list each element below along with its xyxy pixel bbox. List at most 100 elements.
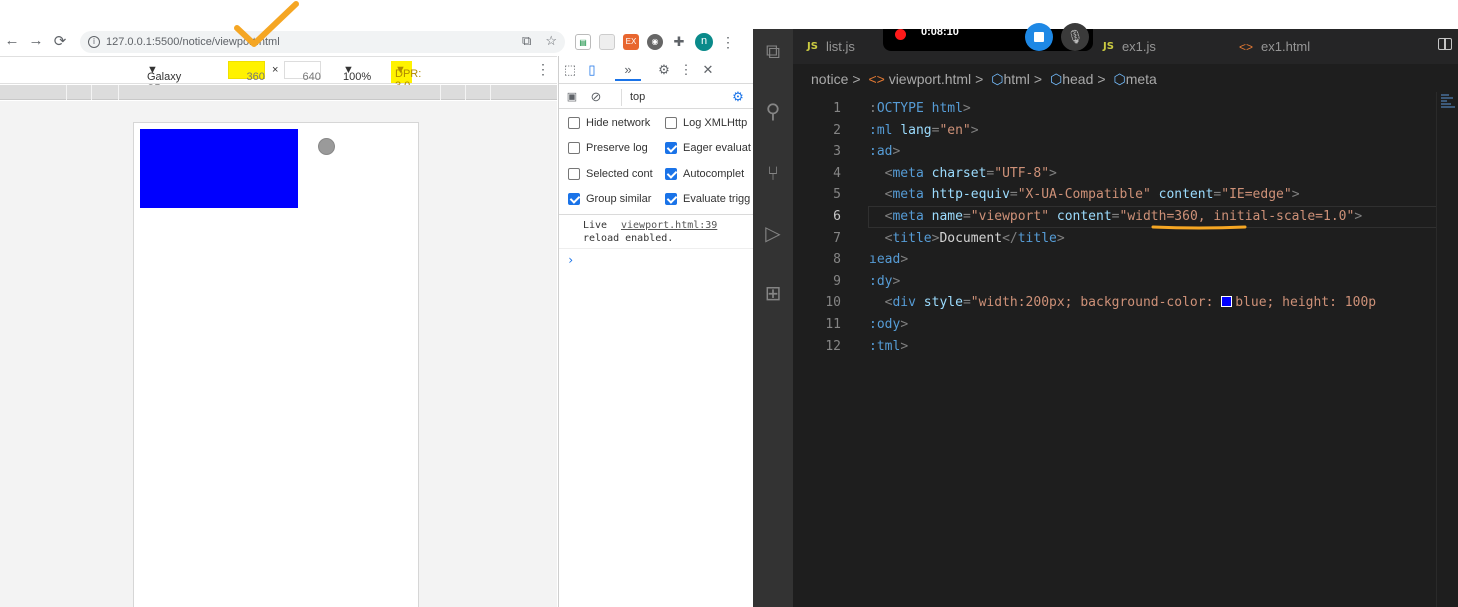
checkbox[interactable] [568,168,580,180]
sidebar-toggle-icon[interactable]: ▣ [561,86,583,108]
token: "IE=edge" [1221,187,1292,203]
code-line[interactable]: 4 <meta charset="UTF-8"> [793,163,1453,185]
checkbox[interactable] [568,142,580,154]
checkbox[interactable] [568,117,580,129]
reload-icon[interactable]: ⟳ [48,32,72,50]
element-icon: ⬡ [991,71,1004,87]
line-code: :tml> [869,336,908,358]
mic-muted-icon[interactable]: 🎙 [1061,23,1089,51]
recording-bar: 0:08:10 🎙 [883,23,1093,51]
explorer-icon[interactable]: ⧉ [759,37,787,65]
token: > [900,252,909,268]
checkbox[interactable] [665,193,677,205]
clear-console-icon[interactable]: ⊘ [585,86,607,108]
more-tabs-button[interactable]: » [615,59,641,81]
console-message: Live reload enabled. viewport.html:39 [559,215,754,249]
omnibox[interactable]: i 127.0.0.1:5500/notice/viewport.html ⧉ … [80,31,565,53]
opt-eager-evaluation[interactable]: Eager evaluat [665,142,754,154]
site-info-icon[interactable]: i [88,36,100,48]
source-control-icon[interactable]: ⑂ [759,159,787,187]
crumb-head[interactable]: head [1062,71,1093,87]
globe-extension-icon[interactable]: ◉ [647,34,663,50]
code-line[interactable]: 12:tml> [793,336,1453,358]
puzzle-extensions-icon[interactable]: ✚ [671,34,687,50]
crumb-html[interactable]: html [1003,71,1029,87]
code-line[interactable]: 1:OCTYPE html> [793,98,1453,120]
token: = [1111,209,1120,224]
minimap[interactable] [1436,92,1458,607]
checkbox[interactable] [665,142,677,154]
source-link[interactable]: viewport.html:39 [621,219,717,232]
zoom-select[interactable]: 100% ▼ [343,64,371,83]
sheets-extension-icon[interactable]: ▤ [575,34,591,50]
checkbox[interactable] [665,117,677,129]
devtools-menu-icon[interactable]: ⋮ [675,59,697,81]
stop-recording-button[interactable] [1025,23,1053,51]
ex-extension-icon[interactable]: EX [623,34,639,50]
chrome-menu-icon[interactable]: ⋮ [721,34,735,51]
media-query-ruler[interactable] [0,85,557,100]
blue-div [140,129,298,208]
translate-icon[interactable]: ⧉ [522,33,531,49]
height-input[interactable]: 640 [284,61,321,83]
code-line[interactable]: 9:dy> [793,271,1453,293]
crumb-folder[interactable]: notice [811,71,848,87]
line-number: 7 [833,230,841,246]
checkbox[interactable] [568,193,580,205]
back-icon[interactable]: ← [0,32,24,49]
code-editor[interactable]: 1:OCTYPE html> 2:ml lang="en"> 3:ad> 4 <met… [793,92,1453,607]
opt-log-xmlhttp[interactable]: Log XMLHttp [665,117,754,129]
console-prompt[interactable]: › [559,249,754,271]
opt-selected-context[interactable]: Selected cont [568,168,664,180]
inspect-element-icon[interactable]: ⬚ [559,59,581,81]
screen: ← → ⟳ i 127.0.0.1:5500/notice/viewport.h… [0,0,1458,607]
crumb-meta[interactable]: meta [1126,71,1157,87]
option-label: Preserve log [586,142,648,154]
token: content [1158,187,1214,203]
device-toolbar-more-icon[interactable]: ⋮ [536,61,550,78]
code-line[interactable]: 2:ml lang="en"> [793,120,1453,142]
token: < [869,230,893,246]
code-line[interactable]: 6 <meta name="viewport" content="width=3… [793,206,1453,228]
run-debug-icon[interactable]: ▷ [759,219,787,247]
opt-preserve-log[interactable]: Preserve log [568,142,664,154]
blank-extension-icon[interactable] [599,34,615,50]
option-label: Group similar [586,193,652,205]
token: = [962,209,971,224]
device-toggle-icon[interactable]: ▯ [581,59,603,81]
opt-autocomplete[interactable]: Autocomplet [665,168,754,180]
split-editor-icon[interactable] [1438,38,1452,50]
extensions-icon[interactable]: ⊞ [759,279,787,307]
console-settings-icon[interactable]: ⚙ [727,86,749,108]
color-swatch-icon[interactable] [1221,296,1233,308]
line-code: <meta name="viewport" content="width=360… [869,206,1363,228]
line-number: 8 [833,252,841,268]
tab-ex1-js[interactable]: JS ex1.js [1089,29,1219,64]
forward-icon[interactable]: → [24,32,48,49]
code-line[interactable]: 7 <title>Document</title> [793,228,1453,250]
close-devtools-icon[interactable]: ✕ [697,59,719,81]
code-line[interactable]: 5 <meta http-equiv="X-UA-Compatible" con… [793,184,1453,206]
code-line[interactable]: 8 ıead> [793,249,1453,271]
option-label: Eager evaluat [683,142,751,154]
code-line[interactable]: 10 <div style="width:200px; background-c… [793,292,1453,314]
profile-avatar[interactable]: n [695,33,713,51]
settings-gear-icon[interactable]: ⚙ [653,59,675,81]
code-line[interactable]: 11:ody> [793,314,1453,336]
bookmark-star-icon[interactable]: ☆ [545,33,557,49]
dpr-select[interactable]: DPR: 3.0 ▼ [391,61,421,92]
context-selector[interactable]: top [621,89,721,106]
width-input[interactable]: 360 [228,61,265,83]
checkbox[interactable] [665,168,677,180]
code-line[interactable]: 3:ad> [793,141,1453,163]
crumb-file[interactable]: viewport.html [889,71,971,87]
recording-time: 0:08:10 [921,26,959,38]
opt-hide-network[interactable]: Hide network [568,117,664,129]
tab-ex1-html[interactable]: <> ex1.html [1225,29,1365,64]
line-number: 4 [833,165,841,181]
token: "width:200px; background-color: [970,295,1222,311]
opt-group-similar[interactable]: Group similar [568,193,664,205]
search-icon[interactable]: ⚲ [759,97,787,125]
device-select[interactable]: Galaxy S5 ▼ [147,64,181,95]
opt-evaluate-triggers[interactable]: Evaluate trigg [665,193,754,205]
